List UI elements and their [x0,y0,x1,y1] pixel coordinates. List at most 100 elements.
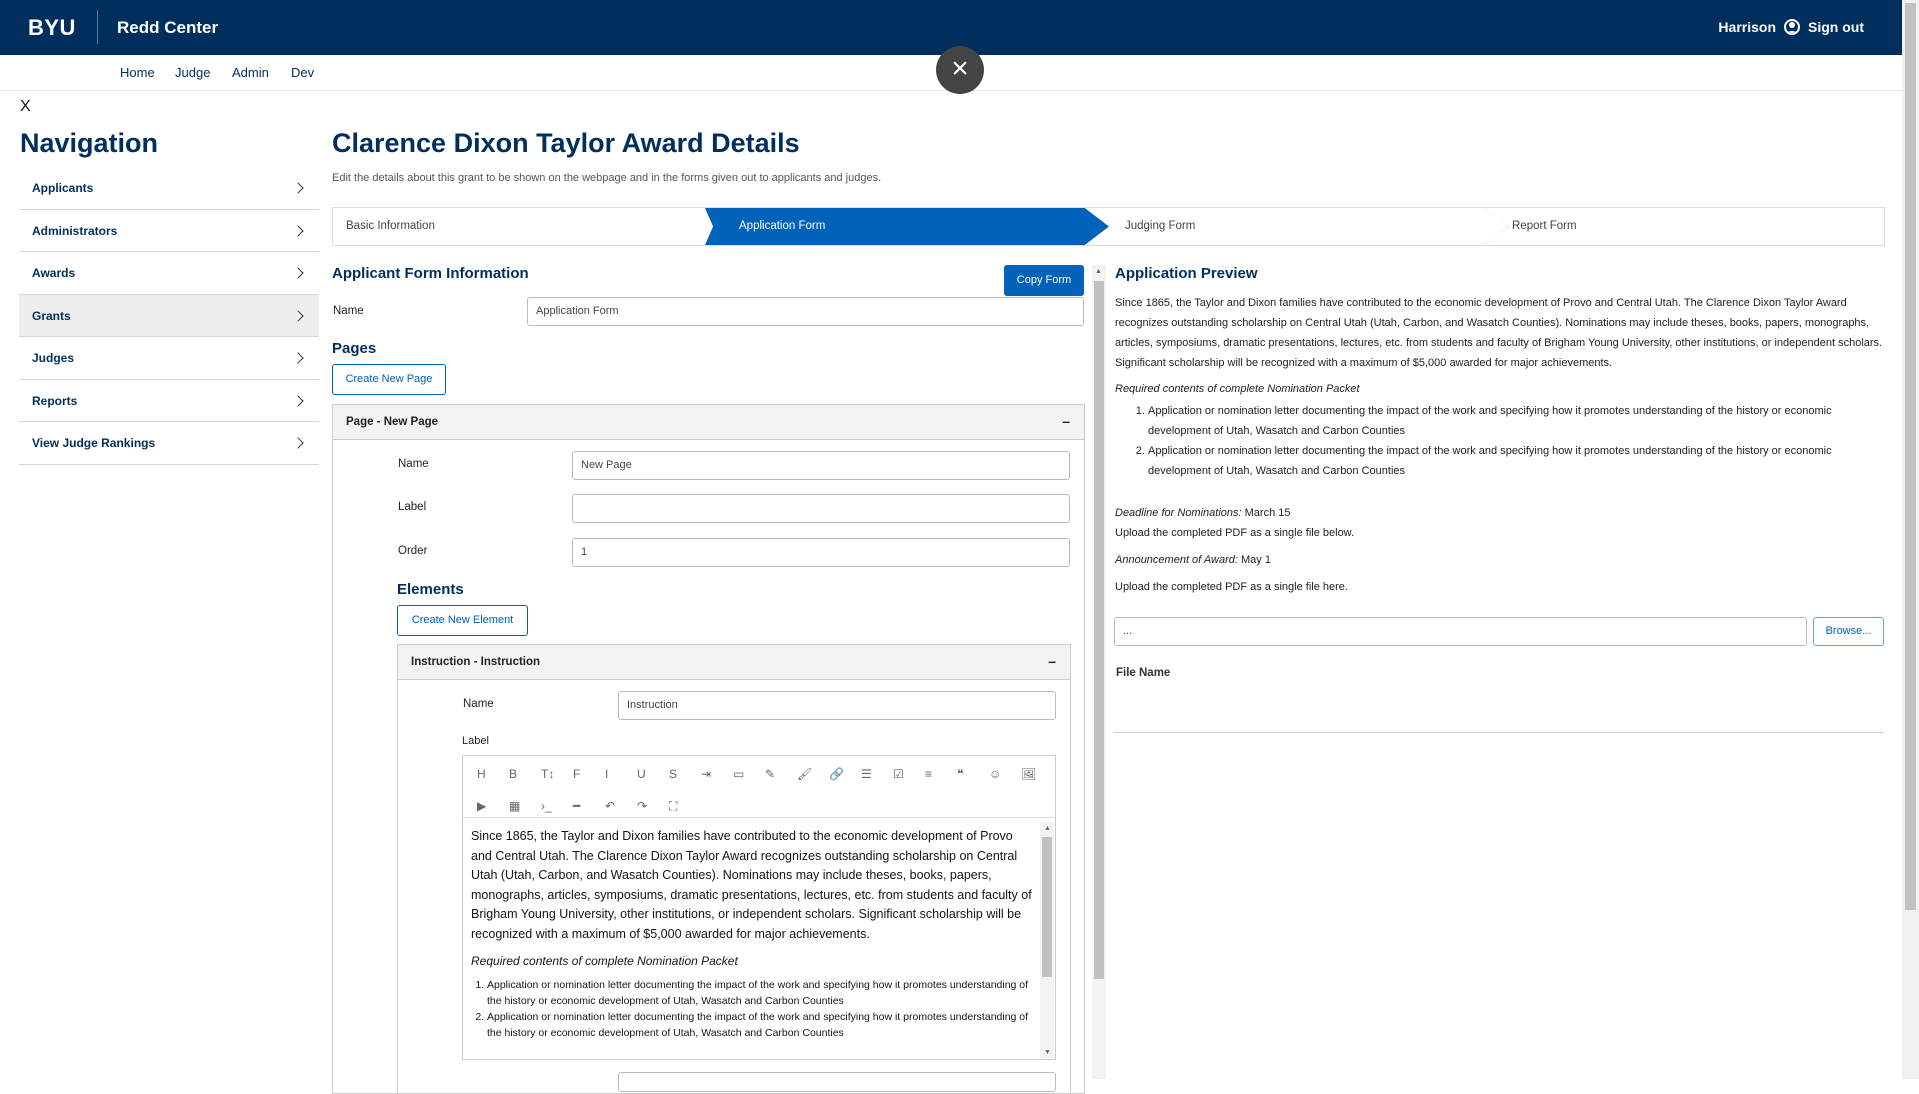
step-application-form[interactable]: Application Form [705,208,1109,245]
next-input[interactable] [618,1072,1056,1092]
file-input[interactable]: ... [1114,617,1807,646]
copy-form-button[interactable]: Copy Form [1004,265,1084,296]
code-icon[interactable]: ›_ [541,799,552,813]
heading-icon[interactable]: H [477,767,486,781]
element-name-input[interactable]: Instruction [618,691,1056,720]
scroll-up-icon[interactable]: ▲ [1095,268,1102,275]
sidebar-close-button[interactable]: X [20,98,31,116]
sidebar-item-administrators[interactable]: Administrators [19,210,319,252]
pencil-icon[interactable]: ✎ [765,767,775,781]
preview-intro: Since 1865, the Taylor and Dixon familie… [1115,297,1883,369]
scroll-up-icon[interactable]: ▲ [1044,825,1051,832]
form-name-label: Name [333,305,364,317]
page-name-label: Name [398,458,429,470]
sidebar-item-view-judge-rankings[interactable]: View Judge Rankings [19,422,319,465]
chevron-right-icon [292,352,304,364]
browse-button[interactable]: Browse... [1813,617,1884,646]
byu-logo[interactable]: BYU [28,15,76,41]
editor-paragraph: Since 1865, the Taylor and Dixon familie… [471,829,1032,941]
editor-list-item: Application or nomination letter documen… [487,977,1033,1009]
page-subtitle: Edit the details about this grant to be … [332,172,882,184]
step-basic-information[interactable]: Basic Information [346,208,435,245]
preview-list-item: Application or nomination letter documen… [1148,401,1885,441]
page-panel-header[interactable]: Page - New Page – [333,405,1084,440]
sidebar-item-applicants[interactable]: Applicants [19,167,319,210]
hr-icon[interactable]: ━ [573,799,580,813]
font-icon[interactable]: F [573,767,580,781]
text-size-icon[interactable]: T↕ [541,767,554,781]
youtube-icon[interactable]: ▶ [477,799,486,813]
page-scrollbar[interactable] [1902,0,1919,1079]
nav-admin[interactable]: Admin [232,65,269,80]
italic-icon[interactable]: I [605,767,608,781]
page-name-input[interactable]: New Page [572,451,1070,480]
sidebar-item-reports[interactable]: Reports [19,380,319,422]
element-panel-title: Instruction - Instruction [411,656,541,668]
sidebar-item-label: Administrators [32,223,118,238]
overlay-close-button[interactable]: × [936,46,984,94]
align-icon[interactable]: ≡ [925,767,932,781]
editor-content[interactable]: Since 1865, the Taylor and Dixon familie… [471,827,1033,1059]
step-judging-form[interactable]: Judging Form [1125,208,1195,245]
redo-icon[interactable]: ↷ [637,799,647,813]
deadline-value: March 15 [1244,507,1291,519]
sidebar-title: Navigation [20,128,159,158]
step-report-form[interactable]: Report Form [1512,208,1577,245]
bold-icon[interactable]: B [509,767,517,781]
link-icon[interactable]: 🔗 [829,767,844,781]
deadline-label: Deadline for Nominations: [1115,507,1242,519]
form-name-input[interactable]: Application Form [527,297,1084,326]
form-scrollbar[interactable]: ▲ [1092,265,1106,1079]
checklist-icon[interactable]: ☑ [893,767,904,781]
collapse-icon[interactable]: – [1048,653,1056,669]
undo-icon[interactable]: ↶ [605,799,615,813]
create-new-element-button[interactable]: Create New Element [397,605,528,636]
chevron-right-icon [292,267,304,279]
nav-judge[interactable]: Judge [175,65,210,80]
element-name-label: Name [463,698,494,710]
scroll-thumb[interactable] [1042,837,1052,977]
sign-out-link[interactable]: Sign out [1808,19,1864,35]
file-name-header: File Name [1116,667,1171,679]
table-icon[interactable]: ▦ [509,799,520,813]
nav-dev[interactable]: Dev [291,65,314,80]
create-new-page-button[interactable]: Create New Page [332,364,446,395]
scroll-thumb[interactable] [1094,281,1104,979]
editor-scrollbar[interactable]: ▲ ▼ [1040,822,1054,1058]
scroll-thumb[interactable] [1905,3,1916,910]
sidebar-item-awards[interactable]: Awards [19,252,319,295]
step-progress: Basic Information Application Form Judgi… [332,207,1885,246]
page-panel-title: Page - New Page [346,416,439,428]
video-icon[interactable]: ▭ [733,767,744,781]
pages-heading: Pages [332,340,377,357]
indent-icon[interactable]: ⇥ [701,767,711,781]
announcement-value: May 1 [1240,554,1271,566]
editor-toolbar: H B T↕ F I U S ⇥ ▭ ✎ 🖌 🔗 ☰ ☑ ≡ ❝ ☺ 🖼 ▶ ▦ ›_ ━ ↶ ↷ ⛶ [463,756,1055,818]
strikethrough-icon[interactable]: S [669,767,677,781]
site-title[interactable]: Redd Center [117,18,218,38]
element-label-label: Label [462,735,489,747]
brush-icon[interactable]: 🖌 [797,767,812,781]
nav-home[interactable]: Home [120,65,155,80]
emoji-icon[interactable]: ☺ [989,767,1001,781]
page-order-label: Order [398,545,428,557]
page-label-input[interactable] [572,494,1070,523]
application-preview: Application Preview Since 1865, the Tayl… [1115,265,1885,597]
page-title: Clarence Dixon Taylor Award Details [332,128,800,158]
file-table-divider [1114,732,1884,733]
list-icon[interactable]: ☰ [861,767,872,781]
collapse-icon[interactable]: – [1062,413,1070,429]
sidebar-item-grants[interactable]: Grants [19,294,319,337]
elements-heading: Elements [397,581,464,598]
chevron-right-icon [292,182,304,194]
element-panel-header[interactable]: Instruction - Instruction – [398,645,1070,680]
scroll-down-icon[interactable]: ▼ [1044,1049,1051,1056]
quote-icon[interactable]: ❝ [957,767,963,781]
chevron-right-icon [292,437,304,449]
sidebar-item-label: Reports [32,393,78,408]
image-icon[interactable]: 🖼 [1021,767,1036,781]
page-order-input[interactable]: 1 [572,538,1070,567]
sidebar-item-judges[interactable]: Judges [19,337,319,380]
underline-icon[interactable]: U [637,767,646,781]
fullscreen-icon[interactable]: ⛶ [669,799,677,814]
